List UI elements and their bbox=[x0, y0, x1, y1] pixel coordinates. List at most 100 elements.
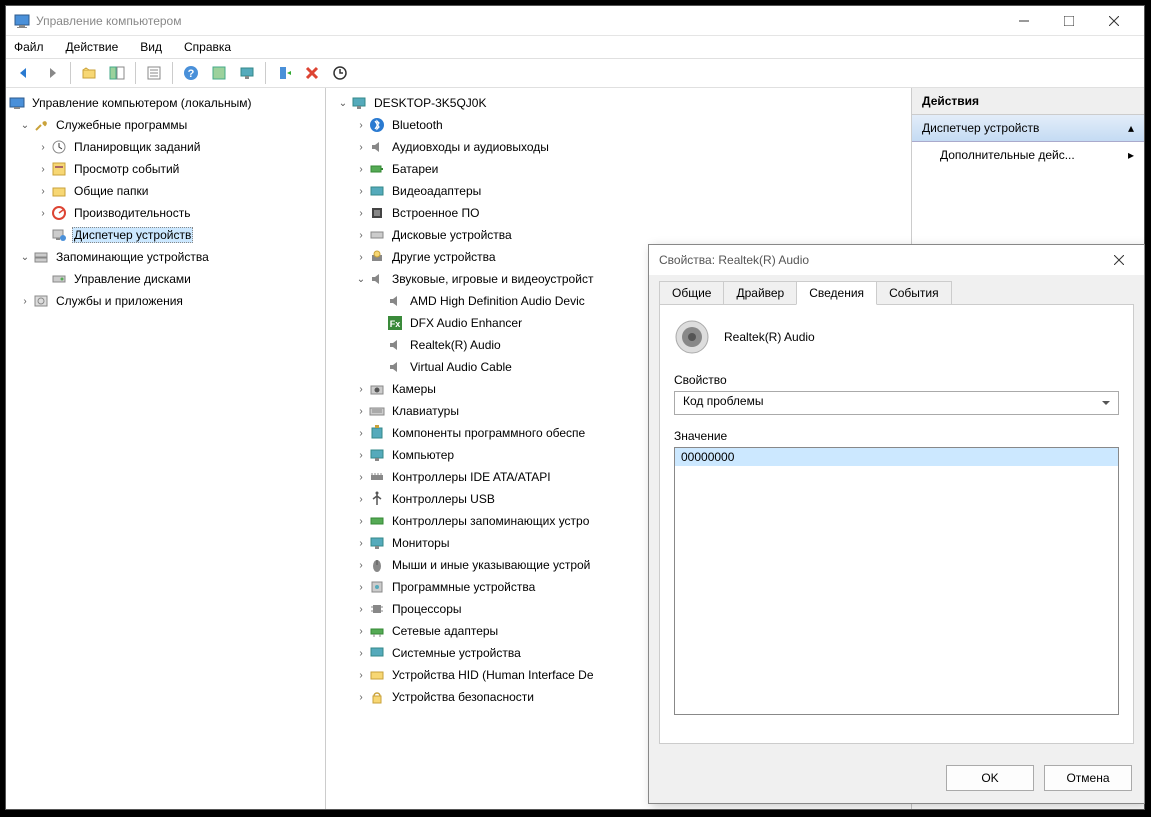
menu-file[interactable]: Файл bbox=[10, 38, 48, 56]
tree-system-tools[interactable]: ⌄ Служебные программы bbox=[8, 114, 323, 136]
chevron-down-icon[interactable]: ⌄ bbox=[18, 118, 32, 132]
camera-icon bbox=[368, 381, 386, 397]
component-icon bbox=[368, 425, 386, 441]
chevron-down-icon[interactable]: ⌄ bbox=[18, 250, 32, 264]
properties-button[interactable] bbox=[142, 61, 166, 85]
ok-button[interactable]: OK bbox=[946, 765, 1034, 791]
back-button[interactable] bbox=[12, 61, 36, 85]
dev-bluetooth[interactable]: ›Bluetooth bbox=[328, 114, 909, 136]
menu-help[interactable]: Справка bbox=[180, 38, 235, 56]
actions-main-item[interactable]: Диспетчер устройств ▴ bbox=[912, 115, 1144, 142]
chevron-right-icon[interactable]: › bbox=[354, 646, 368, 660]
tab-general[interactable]: Общие bbox=[659, 281, 724, 305]
value-listbox[interactable]: 00000000 bbox=[674, 447, 1119, 715]
chevron-right-icon[interactable]: › bbox=[36, 184, 50, 198]
chevron-right-icon[interactable]: › bbox=[354, 624, 368, 638]
up-folder-button[interactable] bbox=[77, 61, 101, 85]
tab-events[interactable]: События bbox=[876, 281, 952, 305]
chevron-right-icon[interactable]: › bbox=[354, 580, 368, 594]
details-button[interactable] bbox=[207, 61, 231, 85]
chevron-right-icon[interactable]: › bbox=[354, 250, 368, 264]
tree-shared-folders[interactable]: › Общие папки bbox=[8, 180, 323, 202]
help-button[interactable]: ? bbox=[179, 61, 203, 85]
chevron-right-icon[interactable]: › bbox=[354, 536, 368, 550]
chevron-right-icon[interactable]: › bbox=[354, 228, 368, 242]
chevron-right-icon[interactable]: › bbox=[354, 426, 368, 440]
chevron-right-icon[interactable]: › bbox=[18, 294, 32, 308]
scan-button[interactable] bbox=[272, 61, 296, 85]
tree-services-apps[interactable]: › Службы и приложения bbox=[8, 290, 323, 312]
menu-action[interactable]: Действие bbox=[62, 38, 123, 56]
chevron-right-icon[interactable]: › bbox=[354, 140, 368, 154]
console-tree-pane[interactable]: Управление компьютером (локальным) ⌄ Слу… bbox=[6, 88, 326, 809]
tree-event-viewer[interactable]: › Просмотр событий bbox=[8, 158, 323, 180]
dev-computer[interactable]: ⌄DESKTOP-3K5QJ0K bbox=[328, 92, 909, 114]
tab-details[interactable]: Сведения bbox=[796, 281, 877, 305]
computer-icon bbox=[368, 447, 386, 463]
device-name-label: Realtek(R) Audio bbox=[724, 330, 815, 344]
speaker-icon bbox=[386, 293, 404, 309]
computer-mgmt-icon bbox=[8, 95, 26, 111]
display-adapter-icon bbox=[368, 183, 386, 199]
dialog-close-button[interactable] bbox=[1104, 245, 1134, 275]
actions-more-item[interactable]: Дополнительные дейс... ▸ bbox=[912, 142, 1144, 168]
cancel-button[interactable]: Отмена bbox=[1044, 765, 1132, 791]
forward-button[interactable] bbox=[40, 61, 64, 85]
close-button[interactable] bbox=[1091, 6, 1136, 35]
delete-button[interactable] bbox=[300, 61, 324, 85]
dev-display[interactable]: ›Видеоадаптеры bbox=[328, 180, 909, 202]
chevron-right-icon[interactable]: › bbox=[354, 668, 368, 682]
property-label: Свойство bbox=[674, 373, 1119, 387]
chevron-right-icon[interactable]: › bbox=[354, 470, 368, 484]
dev-disk-drives[interactable]: ›Дисковые устройства bbox=[328, 224, 909, 246]
services-icon bbox=[32, 293, 50, 309]
toolbar-separator bbox=[70, 62, 71, 84]
menu-view[interactable]: Вид bbox=[136, 38, 166, 56]
chevron-right-icon[interactable]: › bbox=[354, 514, 368, 528]
dev-audio-io[interactable]: ›Аудиовходы и аудиовыходы bbox=[328, 136, 909, 158]
chevron-right-icon[interactable]: › bbox=[354, 558, 368, 572]
titlebar: Управление компьютером bbox=[6, 6, 1144, 36]
folder-icon bbox=[50, 183, 68, 199]
chevron-right-icon[interactable]: › bbox=[354, 448, 368, 462]
monitor-button[interactable] bbox=[235, 61, 259, 85]
chevron-right-icon[interactable]: › bbox=[36, 162, 50, 176]
chevron-right-icon[interactable]: › bbox=[354, 184, 368, 198]
toolbar-separator bbox=[265, 62, 266, 84]
chevron-right-icon[interactable]: › bbox=[354, 206, 368, 220]
tree-device-manager[interactable]: Диспетчер устройств bbox=[8, 224, 323, 246]
chevron-down-icon[interactable]: ⌄ bbox=[336, 96, 350, 110]
tab-driver[interactable]: Драйвер bbox=[723, 281, 797, 305]
chevron-right-icon[interactable]: › bbox=[354, 162, 368, 176]
chevron-right-icon[interactable]: › bbox=[36, 206, 50, 220]
value-label: Значение bbox=[674, 429, 1119, 443]
disk-drive-icon bbox=[368, 227, 386, 243]
chevron-right-icon[interactable]: › bbox=[36, 140, 50, 154]
chevron-right-icon[interactable]: › bbox=[354, 404, 368, 418]
speaker-icon bbox=[368, 271, 386, 287]
clock-icon bbox=[50, 139, 68, 155]
update-button[interactable] bbox=[328, 61, 352, 85]
chevron-right-icon[interactable]: › bbox=[354, 492, 368, 506]
svg-text:Fx: Fx bbox=[390, 319, 401, 329]
tree-task-scheduler[interactable]: › Планировщик заданий bbox=[8, 136, 323, 158]
chevron-right-icon[interactable]: › bbox=[354, 118, 368, 132]
chevron-right-icon[interactable]: › bbox=[354, 690, 368, 704]
dev-batteries[interactable]: ›Батареи bbox=[328, 158, 909, 180]
property-select[interactable]: Код проблемы bbox=[674, 391, 1119, 415]
chevron-right-icon[interactable]: › bbox=[354, 382, 368, 396]
network-icon bbox=[368, 623, 386, 639]
dev-firmware[interactable]: ›Встроенное ПО bbox=[328, 202, 909, 224]
chevron-down-icon[interactable]: ⌄ bbox=[354, 272, 368, 286]
tree-storage[interactable]: ⌄ Запоминающие устройства bbox=[8, 246, 323, 268]
maximize-button[interactable] bbox=[1046, 6, 1091, 35]
show-hide-tree-button[interactable] bbox=[105, 61, 129, 85]
tree-root[interactable]: Управление компьютером (локальным) bbox=[8, 92, 323, 114]
tree-performance[interactable]: › Производительность bbox=[8, 202, 323, 224]
minimize-button[interactable] bbox=[1001, 6, 1046, 35]
dialog-titlebar: Свойства: Realtek(R) Audio bbox=[649, 245, 1144, 275]
chevron-right-icon[interactable]: › bbox=[354, 602, 368, 616]
value-row[interactable]: 00000000 bbox=[675, 448, 1118, 466]
window-title: Управление компьютером bbox=[36, 14, 1001, 28]
tree-disk-management[interactable]: Управление дисками bbox=[8, 268, 323, 290]
